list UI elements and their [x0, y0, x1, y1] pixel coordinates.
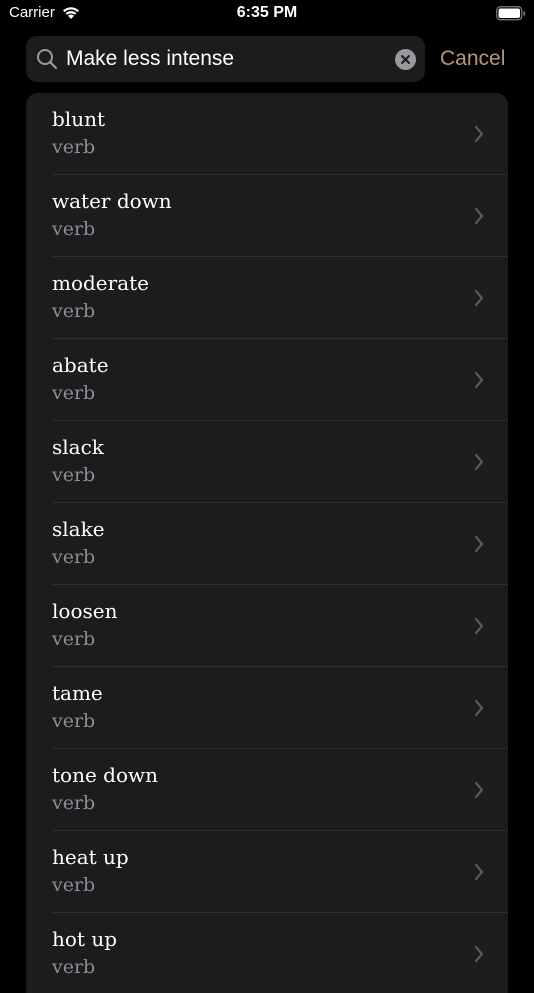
chevron-right-icon	[474, 617, 484, 635]
list-item[interactable]: slack verb	[26, 421, 508, 503]
result-word: tone down	[52, 763, 158, 787]
result-part-of-speech: verb	[52, 792, 96, 814]
result-word: abate	[52, 353, 109, 377]
result-word: tame	[52, 681, 103, 705]
list-item[interactable]: loosen verb	[26, 585, 508, 667]
chevron-right-icon	[474, 289, 484, 307]
status-time: 6:35 PM	[236, 4, 298, 21]
list-item[interactable]: water down verb	[26, 175, 508, 257]
status-bar: Carrier 6:35 PM	[0, 0, 534, 28]
result-part-of-speech: verb	[52, 956, 96, 978]
chevron-right-icon	[474, 863, 484, 881]
result-part-of-speech: verb	[52, 628, 96, 650]
result-word: slack	[52, 435, 104, 459]
list-item[interactable]: heat up verb	[26, 831, 508, 913]
chevron-right-icon	[474, 945, 484, 963]
list-item[interactable]: tone down verb	[26, 749, 508, 831]
result-word: loosen	[52, 599, 118, 623]
chevron-right-icon	[474, 781, 484, 799]
result-part-of-speech: verb	[52, 464, 96, 486]
results-list: blunt verb water down verb moderate verb…	[26, 93, 508, 993]
result-part-of-speech: verb	[52, 546, 96, 568]
chevron-right-icon	[474, 453, 484, 471]
battery-icon	[496, 6, 526, 21]
list-item[interactable]: blunt verb	[26, 93, 508, 175]
list-item[interactable]: tame verb	[26, 667, 508, 749]
cancel-button[interactable]: Cancel	[440, 44, 505, 74]
result-part-of-speech: verb	[52, 136, 96, 158]
chevron-right-icon	[474, 371, 484, 389]
result-part-of-speech: verb	[52, 382, 96, 404]
chevron-right-icon	[474, 125, 484, 143]
result-word: slake	[52, 517, 105, 541]
result-word: heat up	[52, 845, 129, 869]
search-field[interactable]	[26, 36, 425, 82]
list-item[interactable]: moderate verb	[26, 257, 508, 339]
list-item[interactable]: slake verb	[26, 503, 508, 585]
result-word: water down	[52, 189, 172, 213]
result-part-of-speech: verb	[52, 874, 96, 896]
result-word: moderate	[52, 271, 150, 295]
search-icon	[36, 48, 58, 70]
result-word: hot up	[52, 927, 117, 951]
clear-search-icon[interactable]	[395, 49, 416, 70]
search-input[interactable]	[66, 36, 386, 82]
chevron-right-icon	[474, 699, 484, 717]
chevron-right-icon	[474, 535, 484, 553]
chevron-right-icon	[474, 207, 484, 225]
result-word: blunt	[52, 107, 105, 131]
result-part-of-speech: verb	[52, 218, 96, 240]
list-item[interactable]: hot up verb	[26, 913, 508, 993]
list-item[interactable]: abate verb	[26, 339, 508, 421]
result-part-of-speech: verb	[52, 300, 96, 322]
result-part-of-speech: verb	[52, 710, 96, 732]
